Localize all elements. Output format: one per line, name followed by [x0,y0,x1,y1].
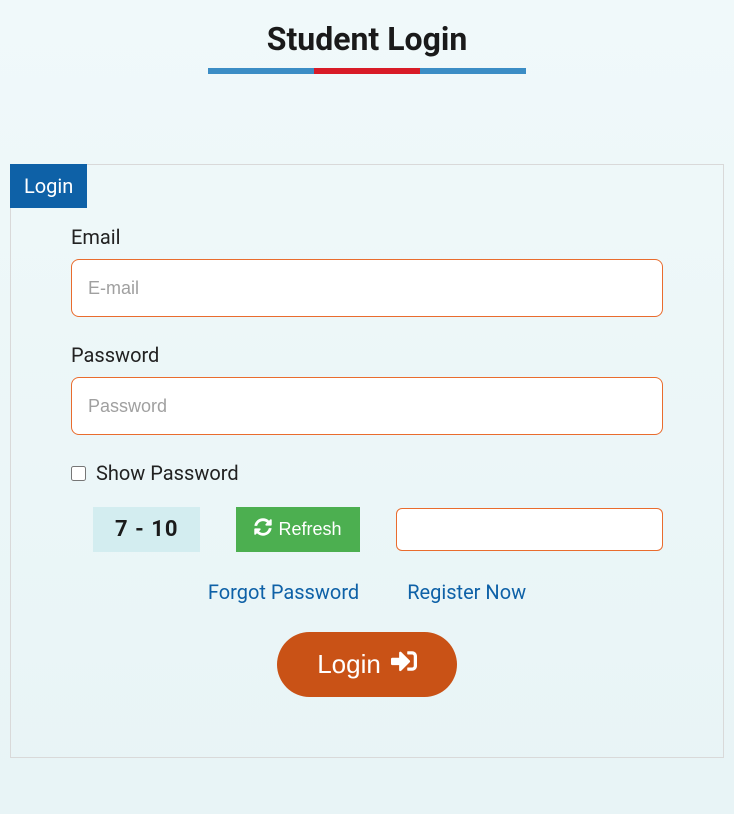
underline-red [314,68,420,74]
show-password-row: Show Password [71,461,663,485]
tab-login[interactable]: Login [10,164,87,208]
underline-blue-right [420,68,526,74]
login-button[interactable]: Login [277,632,457,697]
signin-icon [391,648,417,681]
email-input[interactable] [71,259,663,317]
refresh-button[interactable]: Refresh [236,507,359,552]
refresh-icon [254,518,272,541]
login-button-label: Login [317,649,381,680]
page-container: Student Login Login Email Password Show … [0,20,734,758]
password-label: Password [71,343,663,367]
refresh-label: Refresh [278,519,341,540]
forgot-password-link[interactable]: Forgot Password [208,580,359,604]
link-row: Forgot Password Register Now [71,580,663,604]
register-now-link[interactable]: Register Now [407,580,526,604]
login-card: Login Email Password Show Password 7 - 1… [10,164,724,758]
captcha-row: 7 - 10 Refresh [71,507,663,552]
show-password-checkbox[interactable] [71,466,86,481]
password-input[interactable] [71,377,663,435]
password-field-group: Password [71,343,663,435]
captcha-input[interactable] [396,508,663,551]
login-button-wrap: Login [71,632,663,697]
email-label: Email [71,225,663,249]
show-password-label: Show Password [96,461,239,485]
page-title: Student Login [0,20,734,58]
captcha-challenge: 7 - 10 [93,507,200,552]
email-field-group: Email [71,225,663,317]
underline-blue-left [208,68,314,74]
title-underline [0,68,734,74]
